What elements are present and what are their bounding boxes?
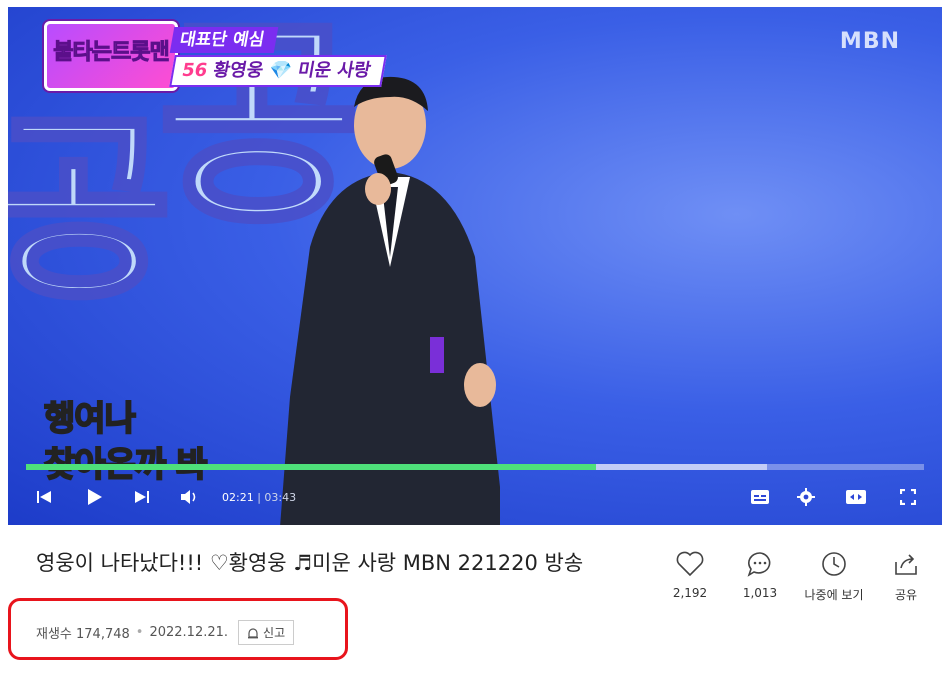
progress-played [26, 464, 597, 470]
video-title: 영웅이 나타났다!!! ♡황영웅 ♬미운 사랑 MBN 221220 방송 [36, 551, 584, 575]
caption-number: 56 [180, 60, 210, 81]
comment-count: 1,013 [742, 586, 778, 600]
like-button[interactable]: 2,192 [658, 548, 722, 600]
current-time: 02:21 [222, 491, 254, 504]
watch-later-label: 나중에 보기 [804, 588, 864, 602]
subtitles-icon[interactable] [748, 485, 772, 509]
watch-later-button[interactable]: 나중에 보기 [802, 548, 866, 603]
previous-icon[interactable] [34, 485, 54, 509]
show-logo: 불타는트롯맨 [44, 21, 178, 91]
caption-song: 황영웅 💎 미운 사랑 [211, 60, 373, 81]
subtitle-line-1: 행여나 [43, 398, 137, 440]
heart-icon [658, 548, 722, 580]
comment-button[interactable]: 1,013 [728, 548, 792, 600]
share-button[interactable]: 공유 [874, 548, 938, 603]
like-count: 2,192 [672, 586, 708, 600]
share-icon [874, 548, 938, 580]
play-icon[interactable] [84, 485, 104, 509]
fullscreen-icon[interactable] [896, 485, 920, 509]
clock-icon [802, 548, 866, 580]
caption-category: 대표단 예심 [169, 27, 279, 53]
progress-bar[interactable] [26, 464, 924, 470]
player-controls: 02:21 | 03:43 [8, 477, 942, 517]
channel-watermark: MBN [839, 29, 900, 54]
volume-icon[interactable] [178, 485, 202, 509]
performer-figure [280, 76, 500, 525]
video-player[interactable]: 공 공 불타는트롯맨 대표단 예심 56 황영웅 💎 미운 사랑 MBN 행여나… [8, 7, 942, 525]
time-display: 02:21 | 03:43 [222, 491, 297, 504]
share-label: 공유 [894, 588, 918, 602]
wide-mode-icon[interactable] [844, 485, 868, 509]
settings-gear-icon[interactable] [794, 485, 818, 509]
duration: 03:43 [264, 491, 297, 504]
next-icon[interactable] [132, 485, 152, 509]
caption-performer: 56 황영웅 💎 미운 사랑 [169, 55, 388, 87]
annotation-highlight-box [8, 598, 348, 660]
comment-bubble-icon [728, 548, 792, 580]
